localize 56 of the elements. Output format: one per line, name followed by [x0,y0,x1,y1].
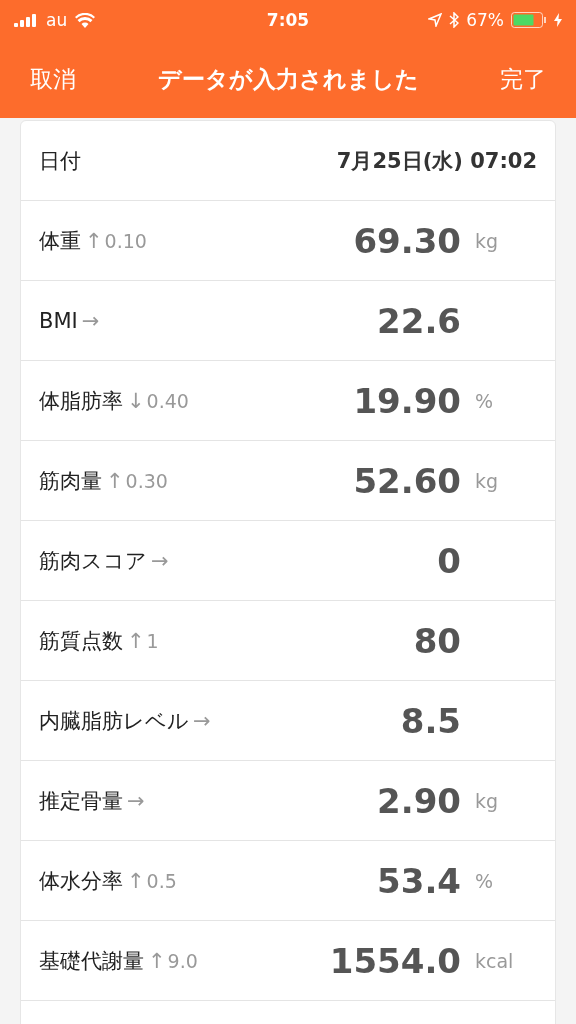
trend-arrow: ↑ [85,228,103,253]
trend-arrow: ↑ [148,948,166,973]
carrier-name: au [46,10,68,30]
metric-value: 1554.0 [329,940,461,981]
metric-value: 2.90 [377,780,461,821]
change-value: 1 [146,629,159,652]
unit-label: % [475,869,495,892]
done-button[interactable]: 完了 [500,63,546,95]
battery-icon [511,12,547,28]
trend-arrow: ↑ [127,868,145,893]
wifi-icon [75,12,96,28]
unit-label: % [475,389,495,412]
metric-value: 22.6 [377,300,461,341]
unit-label: kg [475,469,500,492]
trend-arrow: ↑ [127,628,145,653]
metric-label: 筋肉量 [39,467,102,495]
metric-label: 推定骨量 [39,787,123,815]
trend-arrow: → [151,548,169,573]
change-value: 0.40 [146,389,189,412]
metric-label: 基礎代謝量 [39,947,144,975]
trend-arrow: → [81,308,100,333]
screen-title: データが入力されました [156,64,420,94]
metric-value: 52.60 [353,460,461,501]
date-label: 日付 [39,147,81,175]
metric-value: 69.30 [353,220,461,261]
metric-label: 体水分率 [39,867,123,895]
metric-value: 80 [413,620,461,661]
signal-icon [14,13,38,27]
change-value: 9.0 [167,949,198,972]
change-value: 0.5 [146,869,177,892]
trend-arrow: ↓ [127,388,145,413]
change-value: 0.10 [104,229,147,252]
change-value: 0.30 [125,469,168,492]
status-time: 7:05 [265,10,311,30]
metric-label: BMI [39,308,78,333]
metric-label: 筋肉スコア [39,547,147,575]
trend-arrow: ↑ [106,468,124,493]
cancel-button[interactable]: 取消 [30,63,76,95]
bluetooth-icon [449,12,460,28]
location-arrow-icon [428,13,443,27]
unit-label: kg [475,789,500,812]
unit-label: kcal [475,949,515,972]
trend-arrow: → [127,788,145,813]
date-value: 7月25日(水) 07:02 [336,147,537,175]
metric-label: 内臓脂肪レベル [39,707,189,735]
trend-arrow: → [193,708,211,733]
metric-value: 53.4 [377,860,461,901]
metric-label: 体重 [39,227,81,255]
metric-value: 19.90 [353,380,461,421]
metric-value: 8.5 [400,700,461,741]
metric-label: 体脂肪率 [39,387,123,415]
unit-label: kg [475,229,500,252]
metric-value: 0 [437,540,461,581]
metric-label: 筋質点数 [39,627,123,655]
charging-bolt-icon [554,13,562,27]
battery-percent: 67% [466,10,504,30]
